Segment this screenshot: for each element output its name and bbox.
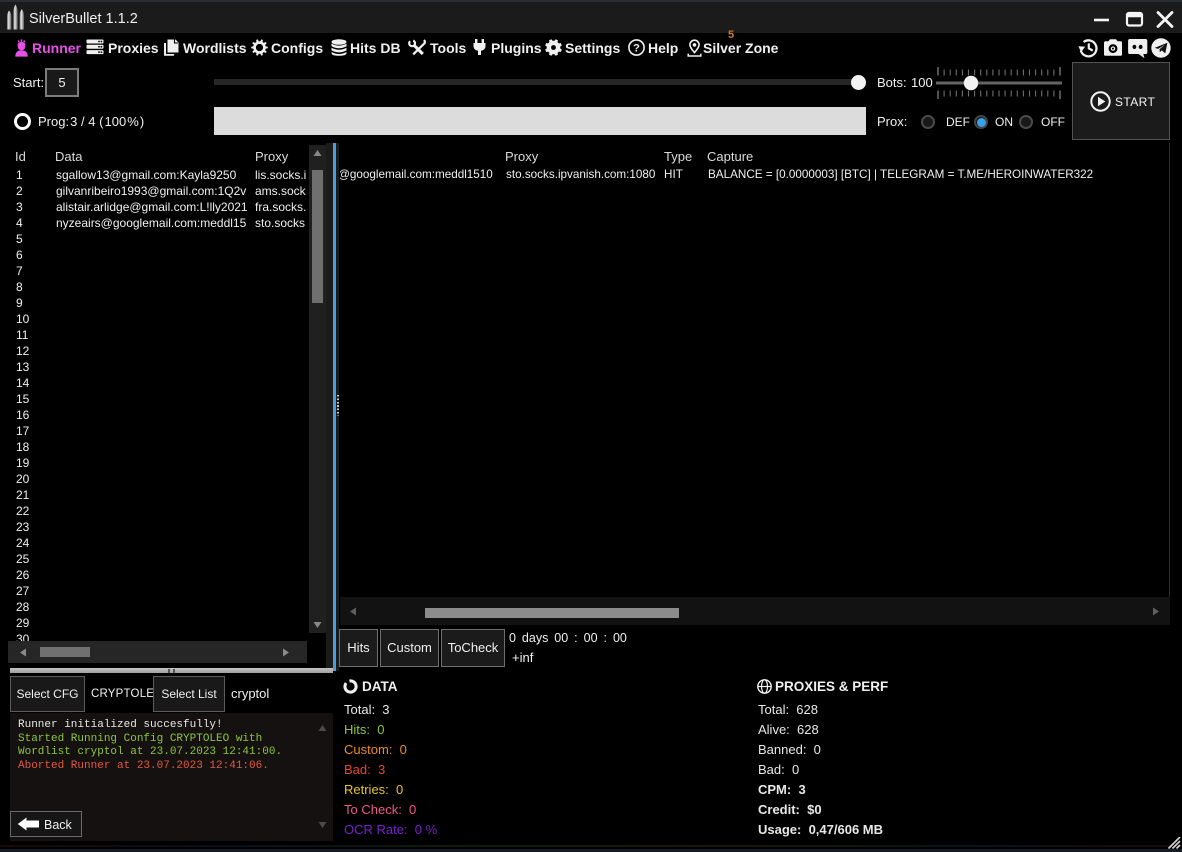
svg-text:?: ? [633, 42, 640, 54]
